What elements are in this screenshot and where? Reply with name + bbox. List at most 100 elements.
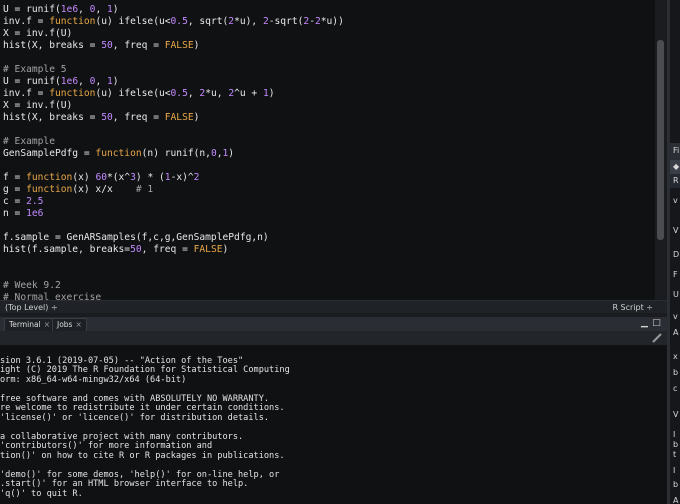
editor-status-bar: (Top Level) ÷ R Script ÷: [0, 300, 667, 314]
code-line[interactable]: hist(f.sample, breaks=50, freq = FALSE): [3, 244, 228, 256]
scope-selector[interactable]: (Top Level) ÷: [5, 303, 58, 312]
code-editor[interactable]: U = runif(1e6, 0, 1) inv.f = function(u) …: [0, 0, 655, 300]
file-type-selector[interactable]: R Script ÷: [612, 303, 653, 312]
code-line[interactable]: hist(X, breaks = 50, freq = FALSE): [3, 40, 199, 52]
code-token: g =: [3, 184, 27, 195]
console-line: tion()' on how to cite R or R packages i…: [0, 450, 285, 461]
code-token: 50: [101, 40, 113, 51]
right-panel-text: b: [673, 368, 679, 377]
code-token: inv.f =: [3, 88, 50, 99]
code-token: ,: [95, 76, 107, 87]
console-line: 'license()' or 'licence()' for distribut…: [0, 412, 270, 423]
code-line[interactable]: U = runif(1e6, 0, 1): [3, 4, 119, 16]
code-token: -sqrt(: [268, 16, 304, 27]
maximize-icon[interactable]: □: [652, 319, 661, 328]
code-line[interactable]: X = inv.f(U): [3, 100, 72, 112]
code-line[interactable]: GenSamplePdfg = function(n) runif(n,0,1): [3, 148, 234, 160]
editor-scrollbar[interactable]: [655, 0, 667, 300]
right-panel-text: Fi: [673, 146, 680, 155]
code-token: ,: [95, 4, 107, 15]
code-line[interactable]: # Example 5: [3, 64, 67, 76]
editor-scrollbar-thumb[interactable]: [657, 40, 664, 240]
code-token: 1e6: [60, 76, 79, 87]
console-line: sion 3.6.1 (2019-07-05) -- "Action of th…: [0, 355, 244, 366]
code-token: # Normal exercise: [3, 292, 102, 300]
right-panel-text: A: [673, 328, 679, 337]
clear-console-icon[interactable]: [652, 333, 662, 343]
code-token: ) * (: [135, 172, 165, 183]
code-line[interactable]: U = runif(1e6, 0, 1): [3, 76, 119, 88]
code-token: ifelse: [118, 88, 154, 99]
code-token: FALSE: [164, 112, 194, 123]
code-token: -x)^: [170, 172, 194, 183]
code-token: GenSamplePdfg =: [3, 148, 96, 159]
tab-jobs-label: Jobs: [57, 320, 73, 329]
code-line[interactable]: # Example: [3, 136, 55, 148]
code-token: f.sample = GenARSamples(f,c,g,GenSampleP…: [3, 232, 269, 243]
code-token: hist(X, breaks =: [3, 112, 102, 123]
code-token: function: [49, 88, 96, 99]
code-line[interactable]: # Week 9.2: [3, 280, 61, 292]
console-line: free software and comes with ABSOLUTELY …: [0, 393, 270, 404]
code-token: inv.f =: [3, 16, 50, 27]
code-token: hist(X, breaks =: [3, 40, 102, 51]
code-token: 0.5: [170, 16, 188, 27]
close-icon[interactable]: ×: [44, 320, 50, 329]
code-token: function: [26, 172, 73, 183]
code-token: , freq =: [112, 112, 165, 123]
code-token: *u)): [320, 16, 344, 27]
code-token: ,: [187, 88, 200, 99]
code-token: (n) runif(n,: [141, 148, 211, 159]
code-token: n =: [3, 208, 27, 219]
code-line[interactable]: hist(X, breaks = 50, freq = FALSE): [3, 112, 199, 124]
code-token: *(x^: [107, 172, 131, 183]
code-token: c =: [3, 196, 27, 207]
tab-jobs[interactable]: Jobs ×: [52, 318, 87, 331]
code-line[interactable]: c = 2.5: [3, 196, 43, 208]
code-token: function: [95, 148, 142, 159]
code-token: # 1: [135, 184, 154, 195]
code-line[interactable]: X = inv.f(U): [3, 28, 72, 40]
console-line: 'demo()' for some demos, 'help()' for on…: [0, 469, 280, 480]
code-token: function: [26, 184, 73, 195]
console-line: re welcome to redistribute it under cert…: [0, 403, 285, 413]
tab-terminal[interactable]: Terminal ×: [4, 318, 55, 331]
code-token: ): [193, 112, 200, 123]
code-line[interactable]: # Normal exercise: [3, 292, 101, 300]
code-token: function: [49, 16, 96, 27]
code-token: *u,: [205, 88, 229, 99]
console-tab-bar: Terminal × Jobs × ▁ □: [0, 317, 667, 331]
code-token: # Example 5: [3, 64, 67, 75]
code-line[interactable]: f = function(x) 60*(x^3) * (1-x)^2: [3, 172, 199, 184]
console-toolbar: [0, 331, 667, 346]
right-panel-text: I: [673, 466, 676, 475]
r-console[interactable]: sion 3.6.1 (2019-07-05) -- "Action of th…: [0, 345, 667, 504]
code-token: # Week 9.2: [3, 280, 61, 291]
right-panel-text: ◆: [673, 162, 680, 171]
code-line[interactable]: inv.f = function(u) ifelse(u<0.5, 2*u, 2…: [3, 88, 275, 100]
code-token: X = inv.f(U): [3, 100, 73, 111]
code-token: , freq =: [141, 244, 194, 255]
console-line: ight (C) 2019 The R Foundation for Stati…: [0, 365, 290, 375]
code-token: (u): [95, 16, 119, 27]
code-line[interactable]: inv.f = function(u) ifelse(u<0.5, sqrt(2…: [3, 16, 344, 28]
code-token: ,: [78, 4, 90, 15]
code-token: , freq =: [112, 40, 165, 51]
code-line[interactable]: g = function(x) x/x # 1: [3, 184, 153, 196]
right-panel-text: R: [673, 176, 679, 185]
code-token: 60: [95, 172, 107, 183]
minimize-icon[interactable]: ▁: [640, 319, 649, 328]
code-token: (x) x/x: [72, 184, 136, 195]
code-line[interactable]: f.sample = GenARSamples(f,c,g,GenSampleP…: [3, 232, 269, 244]
right-panel-text: t: [673, 450, 677, 459]
right-panel-text: U: [673, 290, 679, 299]
code-token: X = inv.f(U): [3, 28, 73, 39]
right-panel-text: A: [673, 496, 679, 504]
close-icon[interactable]: ×: [75, 320, 81, 329]
right-panel-text: I: [673, 430, 676, 439]
code-token: (x): [72, 172, 96, 183]
code-line[interactable]: n = 1e6: [3, 208, 43, 220]
code-token: ): [228, 148, 235, 159]
right-panel-text: D: [673, 250, 680, 259]
right-panel-text: b: [673, 440, 679, 449]
